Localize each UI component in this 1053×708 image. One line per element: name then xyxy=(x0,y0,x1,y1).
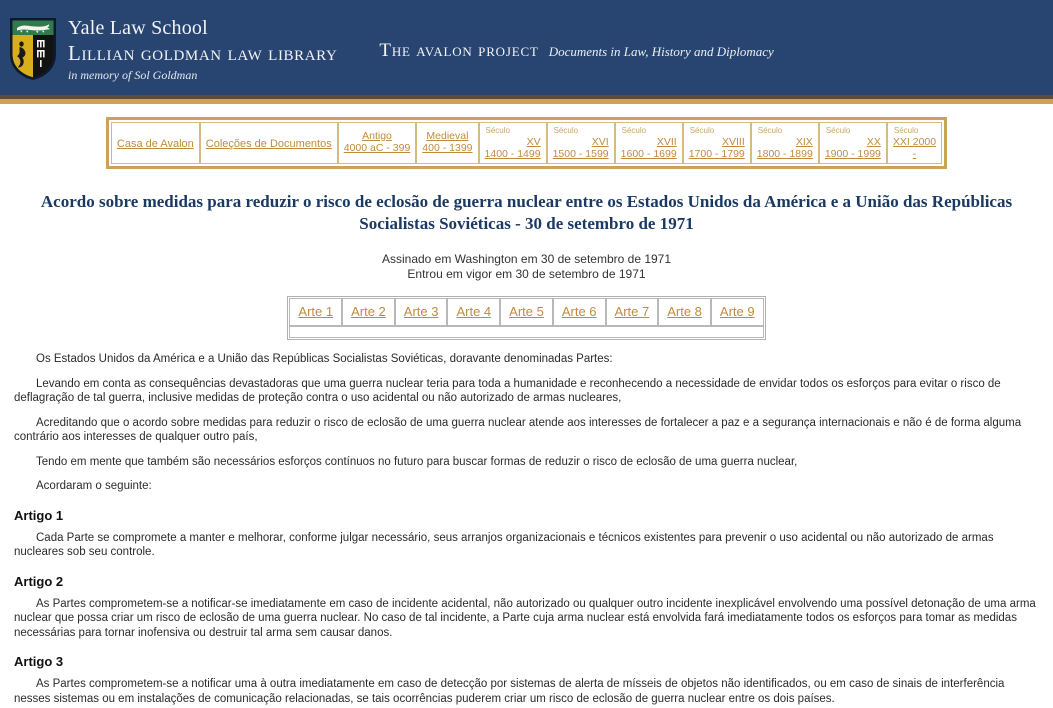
nav-cell-11[interactable]: Século XXI 2000- xyxy=(886,122,943,164)
nav-century-word-10: Século xyxy=(825,126,851,135)
nav-century-roman-8[interactable]: XVIII xyxy=(689,136,745,148)
nav-century-roman-5[interactable]: XV xyxy=(485,136,541,148)
article-tab-cell-7[interactable]: Arte 7 xyxy=(605,298,659,326)
nav-cell-3[interactable]: Antigo 4000 aC - 399 xyxy=(337,122,417,164)
article-heading-3: Artigo 3 xyxy=(14,654,64,669)
article-tabs-spacer-row xyxy=(289,326,764,338)
nav-century-word-8: Século xyxy=(689,126,715,135)
nav-cell-10[interactable]: Século XX 1900 - 1999 xyxy=(818,122,887,164)
nav-century-roman-6[interactable]: XVI xyxy=(553,136,609,148)
nav-cell-5[interactable]: Século XV 1400 - 1499 xyxy=(478,122,547,164)
preamble-paragraph-1: Os Estados Unidos da América e a União d… xyxy=(36,353,613,365)
document-dates: Assinado em Washington em 30 de setembro… xyxy=(0,252,1053,282)
nav-era-years-3: 4000 aC - 399 xyxy=(343,142,411,154)
article-tab-cell-5[interactable]: Arte 5 xyxy=(500,298,553,326)
header-inner: Yale Law School Lillian Goldman Law Libr… xyxy=(0,0,1053,83)
article-tab-cell-2[interactable]: Arte 2 xyxy=(342,298,395,326)
preamble-paragraph-3: Acreditando que o acordo sobre medidas p… xyxy=(14,416,1022,444)
article-tab-cell-9[interactable]: Arte 9 xyxy=(710,298,764,326)
nav-century-years-9[interactable]: 1800 - 1899 xyxy=(757,148,813,160)
article-tabs-spacer-cell xyxy=(289,326,764,338)
article-tab-cell-8[interactable]: Arte 8 xyxy=(658,298,711,326)
effective-line: Entrou em vigor em 30 de setembro de 197… xyxy=(407,267,646,281)
nav-link-4[interactable]: Medieval 400 - 1399 xyxy=(422,130,472,154)
nav-century-years-5[interactable]: 1400 - 1499 xyxy=(485,148,541,160)
nav-century-roman-7[interactable]: XVII xyxy=(621,136,677,148)
avalon-project-title: The Avalon Project xyxy=(379,40,539,61)
article-tab-cell-6[interactable]: Arte 6 xyxy=(552,298,606,326)
avalon-project-brand: The Avalon Project Documents in Law, His… xyxy=(379,14,773,62)
article-tabs-table: Arte 1 Arte 2 Arte 3 Arte 4 Arte 5 Arte 6 Arte… xyxy=(287,296,766,340)
article-tab-cell-1[interactable]: Arte 1 xyxy=(289,298,343,326)
nav-century-years-11[interactable]: - xyxy=(893,148,936,160)
avalon-project-subtitle: Documents in Law, History and Diplomacy xyxy=(548,44,774,59)
article-heading-2: Artigo 2 xyxy=(14,573,64,589)
article-tab-3[interactable]: Arte 3 xyxy=(404,304,439,319)
nav-era-label-4: Medieval xyxy=(426,130,469,142)
nav-century-years-10[interactable]: 1900 - 1999 xyxy=(825,148,881,160)
article-tab-cell-4[interactable]: Arte 4 xyxy=(447,298,501,326)
article-text-1: Cada Parte se compromete a manter e melh… xyxy=(14,531,994,559)
lillian-goldman-law-library-text: Lillian Goldman Law Library xyxy=(68,41,338,65)
nav-century-roman-9[interactable]: XIX xyxy=(757,136,813,148)
nav-link-1[interactable]: Casa de Avalon xyxy=(117,138,194,151)
article-tab-7[interactable]: Arte 7 xyxy=(615,304,650,319)
article-heading-1: Artigo 1 xyxy=(14,507,64,523)
article-tab-9[interactable]: Arte 9 xyxy=(720,304,755,319)
article-tabs-row: Arte 1 Arte 2 Arte 3 Arte 4 Arte 5 Arte 6 Arte… xyxy=(289,298,764,326)
nav-century-roman-10[interactable]: XX xyxy=(825,136,881,148)
nav-cell-7[interactable]: Século XVII 1600 - 1699 xyxy=(614,122,683,164)
nav-link-2[interactable]: Coleções de Documentos xyxy=(206,138,332,151)
article-tab-4[interactable]: Arte 4 xyxy=(456,304,491,319)
article-tab-5[interactable]: Arte 5 xyxy=(509,304,544,319)
nav-century-word-11: Século xyxy=(893,126,919,135)
nav-row: Casa de Avalon Coleções de Documentos Anti… xyxy=(110,122,943,164)
nav-cell-9[interactable]: Século XIX 1800 - 1899 xyxy=(750,122,819,164)
nav-century-word-5: Século xyxy=(485,126,510,135)
nav-era-label-3: Antigo xyxy=(362,130,392,142)
article-text-3: As Partes comprometem-se a notificar uma… xyxy=(14,678,1005,705)
nav-cell-2[interactable]: Coleções de Documentos xyxy=(199,122,338,164)
brand-block: Yale Law School Lillian Goldman Law Libr… xyxy=(68,14,337,83)
nav-cell-4[interactable]: Medieval 400 - 1399 xyxy=(416,122,479,164)
nav-century-word-9: Século xyxy=(757,126,783,135)
nav-century-years-6[interactable]: 1500 - 1599 xyxy=(553,148,609,160)
preamble-paragraph-2: Levando em conta as consequências devast… xyxy=(14,377,1001,405)
nav-cell-8[interactable]: Século XVIII 1700 - 1799 xyxy=(682,122,751,164)
nav-link-3[interactable]: Antigo 4000 aC - 399 xyxy=(344,130,411,154)
article-tab-6[interactable]: Arte 6 xyxy=(562,304,597,319)
article-tab-cell-3[interactable]: Arte 3 xyxy=(394,298,448,326)
signed-line: Assinado em Washington em 30 de setembro… xyxy=(381,252,672,266)
preamble-paragraph-4: Tendo em mente que também são necessário… xyxy=(36,455,798,468)
nav-century-word-7: Século xyxy=(621,126,647,135)
site-header: Yale Law School Lillian Goldman Law Libr… xyxy=(0,0,1053,95)
nav-cell-1[interactable]: Casa de Avalon xyxy=(110,122,200,164)
nav-century-years-8[interactable]: 1700 - 1799 xyxy=(689,148,745,160)
nav-table: Casa de Avalon Coleções de Documentos Anti… xyxy=(105,117,948,169)
nav-cell-6[interactable]: Século XVI 1500 - 1599 xyxy=(546,122,615,164)
sol-goldman-memorial-text: in memory of Sol Goldman xyxy=(68,68,198,82)
article-tab-8[interactable]: Arte 8 xyxy=(667,304,702,319)
nav-century-years-7[interactable]: 1600 - 1699 xyxy=(621,148,677,160)
article-tab-2[interactable]: Arte 2 xyxy=(351,304,386,319)
article-tab-1[interactable]: Arte 1 xyxy=(298,304,333,319)
nav-century-word-6: Século xyxy=(553,126,579,135)
nav-century-roman-11[interactable]: XXI 2000 xyxy=(893,136,936,148)
nav-era-years-4: 400 - 1399 xyxy=(422,142,473,154)
preamble-paragraph-5: Acordaram o seguinte: xyxy=(36,480,152,492)
document-body: Os Estados Unidos da América e a União d… xyxy=(14,352,1039,706)
article-tabs: Arte 1 Arte 2 Arte 3 Arte 4 Arte 5 Arte 6 Arte… xyxy=(0,296,1053,340)
yale-law-school-text: Yale Law School xyxy=(68,17,208,39)
primary-nav: Casa de Avalon Coleções de Documentos Anti… xyxy=(0,104,1053,169)
article-text-2: As Partes comprometem-se a notificar-se … xyxy=(14,597,1036,639)
yale-shield-icon xyxy=(10,18,56,80)
page-title: Acordo sobre medidas para reduzir o risc… xyxy=(40,192,1013,233)
